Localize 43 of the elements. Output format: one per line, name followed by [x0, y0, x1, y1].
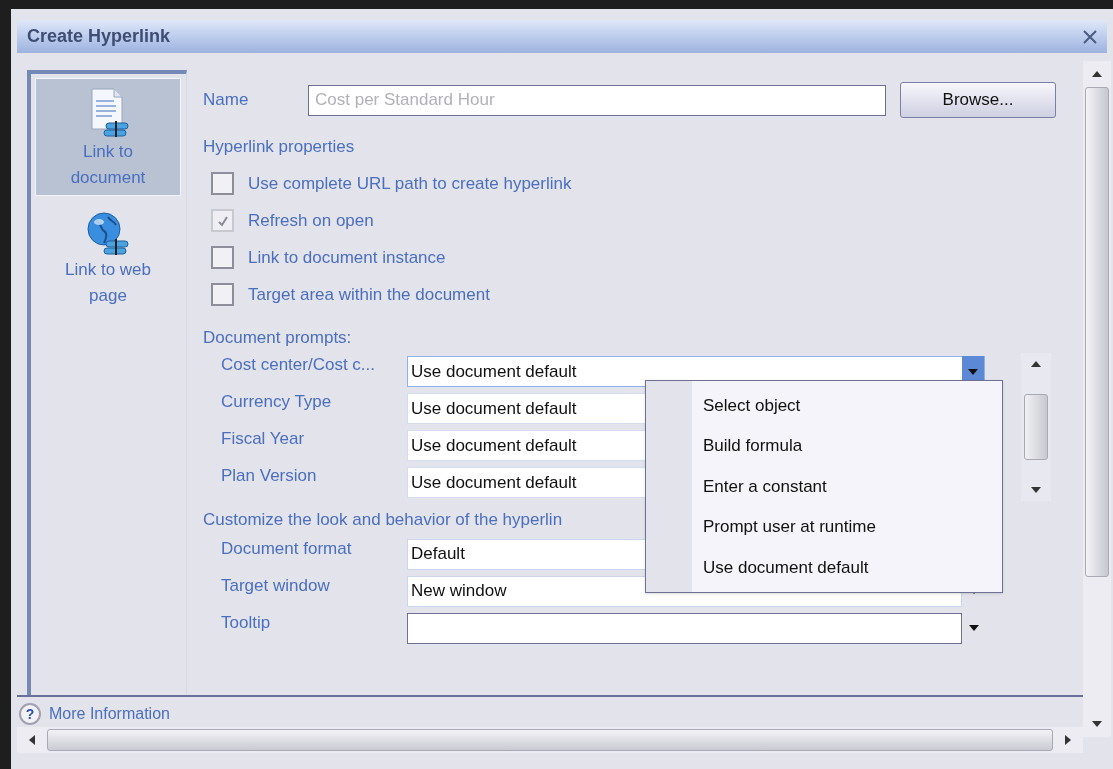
caret-icon	[968, 368, 978, 375]
menu-item[interactable]: Select object	[692, 385, 886, 426]
menu-item[interactable]: Enter a constant	[692, 466, 886, 507]
globe-link-icon	[86, 211, 130, 257]
menu-item[interactable]: Use document default	[692, 547, 886, 588]
menu-item[interactable]: Prompt user at runtime	[692, 506, 886, 548]
section-heading: Customize the look and behavior of the hyperlin	[203, 509, 563, 531]
scrollbar-thumb[interactable]	[1024, 394, 1048, 460]
section-heading: Document prompts:	[203, 326, 353, 349]
section-heading: Hyperlink properties	[203, 136, 356, 158]
prompt-label: Currency Type	[220, 391, 333, 413]
sidebar-item[interactable]: Link to web page	[35, 202, 181, 314]
field-label: Target window	[220, 574, 331, 597]
help-icon: ?	[19, 703, 41, 725]
checkmark-icon	[216, 214, 229, 227]
prompt-label: Fiscal Year	[220, 428, 306, 450]
close-icon[interactable]	[1083, 29, 1097, 44]
checkbox-label: Target area within the document	[248, 283, 490, 306]
scroll-down-icon[interactable]	[1031, 487, 1041, 493]
checkbox-label: Refresh on open	[248, 209, 374, 232]
checkbox[interactable]	[211, 172, 234, 195]
field-label: Tooltip	[220, 611, 272, 634]
scroll-right-icon[interactable]	[1065, 735, 1071, 745]
dropdown-field[interactable]	[407, 612, 962, 644]
name-label: Name	[203, 89, 250, 112]
prompt-label: Plan Version	[220, 465, 318, 487]
scroll-left-icon[interactable]	[29, 735, 35, 745]
scrollbar-thumb[interactable]	[47, 729, 1053, 751]
scroll-up-icon[interactable]	[1031, 361, 1041, 367]
checkbox-label: Use complete URL path to create hyperlink	[248, 172, 572, 195]
menu-item[interactable]: Build formula	[692, 425, 886, 467]
more-information-link[interactable]: More Information	[49, 702, 170, 726]
prompt-label: Cost center/Cost c...	[220, 354, 376, 376]
caret-icon	[969, 625, 979, 631]
scroll-up-icon[interactable]	[1092, 71, 1102, 77]
checkbox[interactable]	[211, 283, 234, 306]
scroll-down-icon[interactable]	[1092, 721, 1102, 727]
checkbox[interactable]	[211, 246, 234, 269]
field-label: Document format	[220, 537, 353, 560]
checkbox-label: Link to document instance	[248, 246, 446, 269]
scrollbar-thumb[interactable]	[1085, 87, 1109, 577]
browse-button[interactable]: Browse...	[900, 82, 1056, 118]
window-title: Create Hyperlink	[27, 25, 171, 48]
